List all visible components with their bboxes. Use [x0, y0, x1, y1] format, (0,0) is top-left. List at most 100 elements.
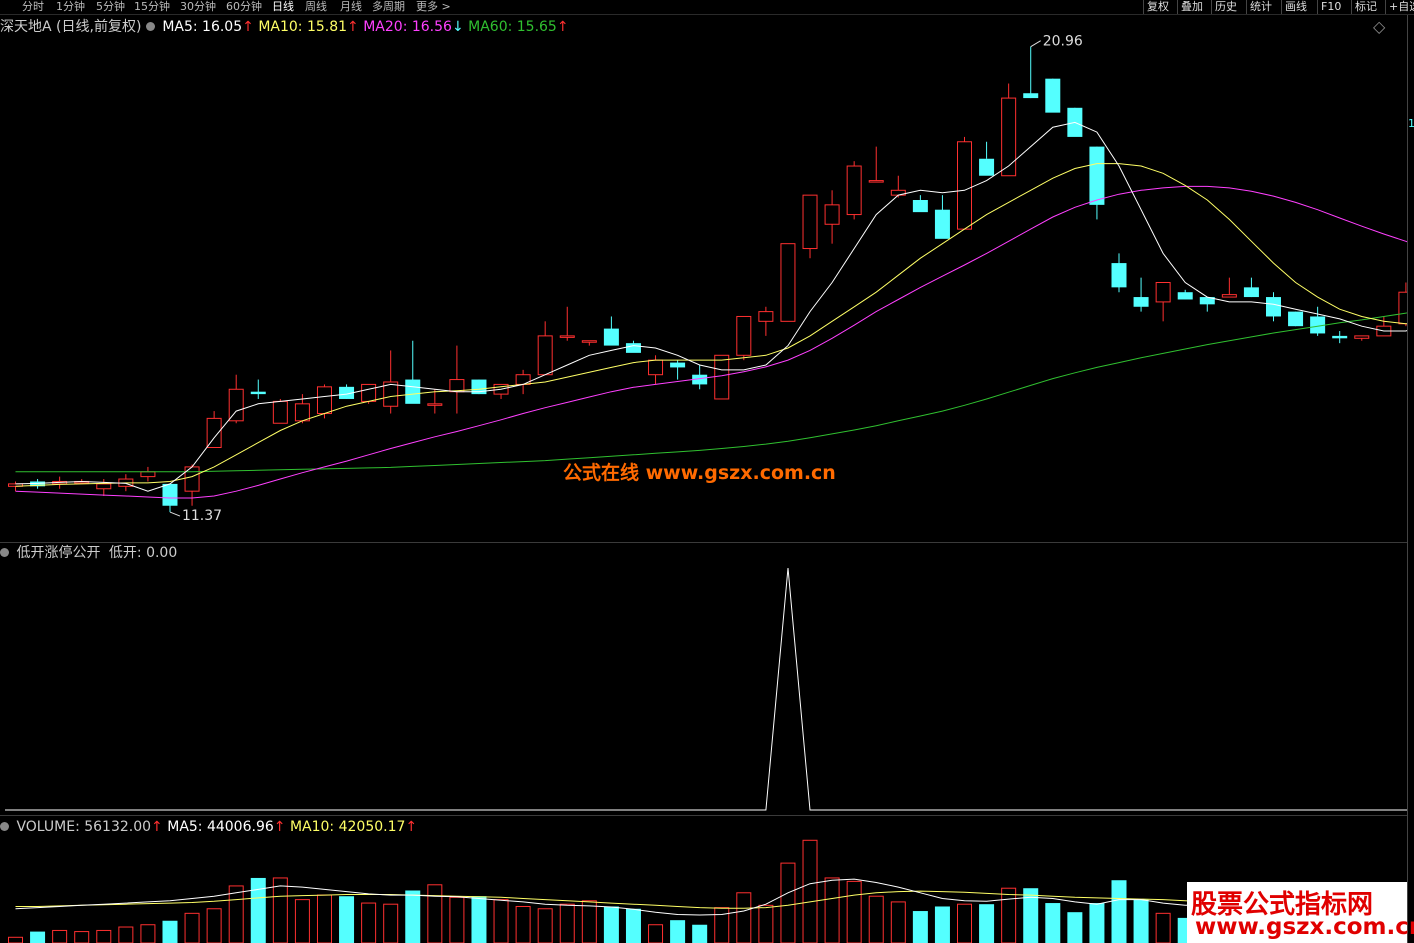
- up-arrow-icon: ↑: [556, 19, 569, 35]
- candle-body: [957, 141, 973, 230]
- volume-bar: [52, 929, 68, 943]
- ma10-line: [15, 163, 1407, 487]
- candle-body: [979, 158, 995, 176]
- volume-bar: [559, 903, 575, 943]
- settings-dot-icon[interactable]: [0, 547, 9, 557]
- up-arrow-icon: ↑: [242, 19, 254, 35]
- low-price-label: 11.37: [182, 508, 222, 524]
- ma5-label: MA5: 16.05: [162, 19, 243, 35]
- ma20-line: [15, 185, 1407, 499]
- volume-bar: [383, 903, 399, 943]
- volume-bar: [1111, 880, 1127, 943]
- candle-body: [868, 180, 884, 183]
- volume-bar: [979, 904, 995, 943]
- candle-body: [670, 362, 686, 368]
- main-panel-divider[interactable]: [0, 542, 1407, 543]
- volume-bar: [449, 896, 465, 943]
- candle-body: [96, 483, 112, 490]
- high-pointer-icon: [1030, 40, 1041, 48]
- watermark-corner[interactable]: 股票公式指标网 www.gszx.com.cn: [1187, 882, 1414, 943]
- candle-body: [206, 417, 222, 449]
- indicator-panel-divider[interactable]: [0, 815, 1407, 816]
- candle-body: [559, 335, 575, 338]
- down-arrow-icon: ↓: [451, 19, 464, 35]
- candle-body: [1155, 282, 1171, 303]
- candle-body: [581, 340, 597, 343]
- volume-bar: [206, 908, 222, 943]
- volume-bar: [824, 877, 840, 943]
- volume-bar: [74, 931, 90, 943]
- candle-body: [1332, 335, 1348, 339]
- candle-body: [824, 204, 840, 225]
- ma20-label: MA20: 16.56: [363, 19, 452, 35]
- volume-bar: [957, 903, 973, 943]
- candle-body: [1288, 311, 1304, 327]
- indicator-value: 低开: 0.00: [108, 545, 178, 561]
- watermark-corner-url: www.gszx.com.cn: [1195, 914, 1414, 940]
- volume-bar: [96, 929, 112, 943]
- volume-bar: [515, 905, 531, 943]
- volume-bar: [1067, 912, 1083, 943]
- candle-body: [316, 386, 332, 415]
- indicator-title[interactable]: 低开涨停公开: [16, 545, 100, 561]
- volume-bar: [581, 900, 597, 943]
- candle-body: [427, 403, 443, 406]
- candle-body: [272, 400, 288, 424]
- volume-panel-header: VOLUME: 56132.00↑ MA5: 44006.96↑ MA10: 4…: [0, 818, 417, 836]
- settings-dot-icon[interactable]: [145, 21, 155, 31]
- indicator-panel-header: 低开涨停公开 低开: 0.00: [0, 544, 177, 562]
- candle-body: [736, 315, 752, 356]
- candle-body: [537, 335, 553, 376]
- volume-bar: [648, 924, 664, 943]
- candle-body: [758, 311, 774, 322]
- candle-body: [1001, 97, 1017, 177]
- stock-title[interactable]: 深天地A (日线,前复权): [0, 19, 141, 35]
- volume-bar: [625, 908, 641, 943]
- volume-bar: [250, 877, 266, 943]
- candle-body: [648, 359, 664, 376]
- up-arrow-icon: ↑: [273, 819, 286, 835]
- volume-bar: [1133, 899, 1149, 943]
- settings-dot-icon[interactable]: [0, 821, 9, 831]
- candle-body: [934, 209, 950, 239]
- volume-bar: [272, 877, 288, 943]
- ma60-line: [15, 312, 1407, 473]
- candle-body: [1243, 287, 1259, 298]
- candle-body: [1089, 146, 1105, 205]
- volume-bar: [780, 862, 796, 943]
- high-price-label: 20.96: [1043, 34, 1083, 50]
- volume-ma5-label: MA5: 44006.96: [167, 819, 274, 835]
- watermark-center: 公式在线 www.gszx.com.cn: [563, 462, 836, 484]
- volume-bar: [934, 906, 950, 943]
- volume-bar: [1045, 903, 1061, 943]
- candle-body: [405, 379, 421, 404]
- candle-body: [162, 483, 178, 506]
- volume-bar: [802, 839, 818, 943]
- candle-body: [714, 354, 730, 400]
- up-arrow-icon: ↑: [347, 19, 359, 35]
- volume-bar: [758, 904, 774, 943]
- candle-body: [1398, 291, 1407, 325]
- volume-bar: [912, 911, 928, 943]
- candle-body: [1111, 263, 1127, 288]
- candle-body: [250, 391, 266, 395]
- volume-bar: [537, 908, 553, 943]
- volume-bar: [8, 936, 23, 943]
- volume-bar: [471, 896, 487, 943]
- diamond-icon[interactable]: ◇: [1373, 19, 1385, 35]
- volume-bar: [294, 899, 310, 943]
- candle-body: [449, 379, 465, 393]
- candle-body: [846, 165, 862, 216]
- candle-body: [1265, 297, 1281, 317]
- volume-bar: [162, 920, 178, 943]
- candle-body: [515, 374, 531, 385]
- volume-bar: [493, 899, 509, 943]
- volume-bar: [228, 885, 244, 943]
- candle-body: [1045, 78, 1061, 113]
- volume-bar: [316, 894, 332, 943]
- volume-ma10-label: MA10: 42050.17: [289, 819, 406, 835]
- ma10-label: MA10: 15.81: [258, 19, 348, 35]
- right-price-axis[interactable]: 1: [1407, 15, 1414, 943]
- volume-bar: [890, 901, 906, 943]
- candle-body: [1023, 93, 1039, 99]
